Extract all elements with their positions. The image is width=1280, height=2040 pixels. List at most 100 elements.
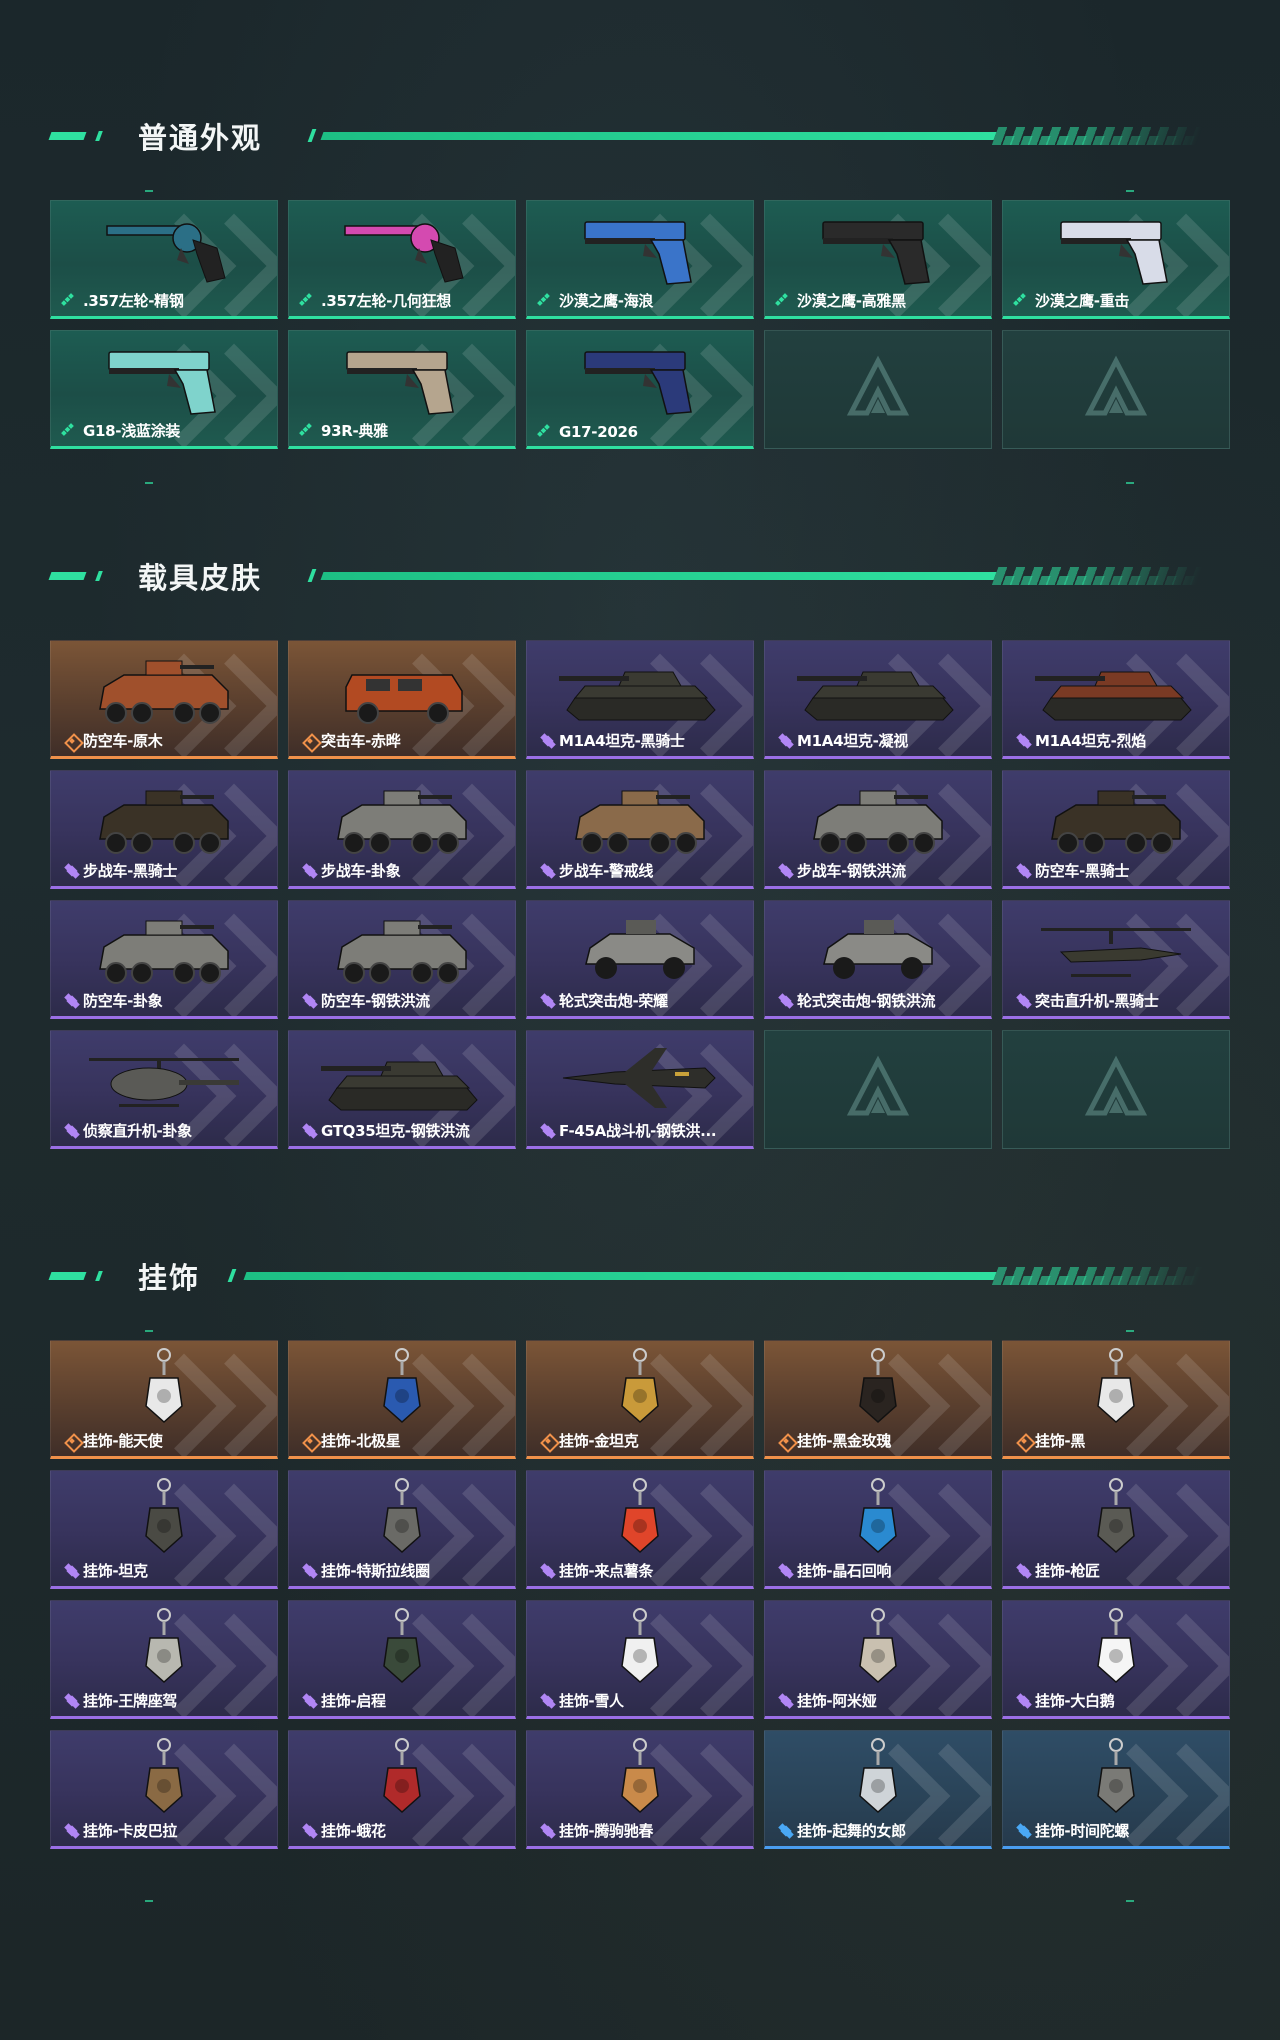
header-checker-pattern (993, 136, 1202, 145)
item-card[interactable]: 轮式突击炮-荣耀 (526, 900, 754, 1019)
item-label: 步战车-钢铁洪流 (779, 860, 906, 881)
item-name: .357左轮-几何狂想 (321, 292, 451, 310)
item-card[interactable]: 挂饰-枪匠 (1002, 1470, 1230, 1589)
item-card[interactable]: 突击直升机-黑骑士 (1002, 900, 1230, 1019)
header-accent-tick (95, 131, 103, 141)
charm-tag-icon (1003, 1347, 1229, 1429)
corner-marker (1126, 1330, 1134, 1332)
item-card[interactable]: 挂饰-腾驹驰春 (526, 1730, 754, 1849)
item-name: F-45A战斗机-钢铁洪... (559, 1122, 717, 1140)
section-title: 挂饰 (138, 1261, 201, 1295)
empty-item-slot[interactable] (1002, 1030, 1230, 1149)
charm-gunsmith-icon (1003, 1477, 1229, 1559)
item-card[interactable]: 挂饰-大白鹅 (1002, 1600, 1230, 1719)
item-card[interactable]: GTQ35坦克-钢铁洪流 (288, 1030, 516, 1149)
item-label: M1A4坦克-凝视 (779, 730, 908, 751)
charm-carriage-icon (527, 1737, 753, 1819)
rarity-purple-icon (779, 1694, 793, 1708)
rarity-purple-icon (65, 994, 79, 1008)
rarity-purple-icon (541, 1694, 555, 1708)
item-card[interactable]: 挂饰-蛾花 (288, 1730, 516, 1849)
rarity-purple-icon (541, 1124, 555, 1138)
item-card[interactable]: 步战车-警戒线 (526, 770, 754, 889)
item-card[interactable]: F-45A战斗机-钢铁洪... (526, 1030, 754, 1149)
item-card[interactable]: 挂饰-王牌座驾 (50, 1600, 278, 1719)
header-accent-bar (48, 1272, 87, 1280)
charm-round-icon (289, 1607, 515, 1689)
apc-camo-icon (527, 777, 753, 859)
charm-tank-icon (51, 1477, 277, 1559)
rarity-purple-icon (65, 1824, 79, 1838)
item-name: 挂饰-起舞的女郎 (797, 1822, 906, 1840)
charm-crystal-icon (765, 1477, 991, 1559)
item-label: 挂饰-起舞的女郎 (779, 1820, 906, 1841)
rarity-orange-icon (303, 1434, 317, 1448)
item-card[interactable]: M1A4坦克-烈焰 (1002, 640, 1230, 759)
item-card[interactable]: 挂饰-起舞的女郎 (764, 1730, 992, 1849)
item-card[interactable]: 轮式突击炮-钢铁洪流 (764, 900, 992, 1019)
item-card[interactable]: 侦察直升机-卦象 (50, 1030, 278, 1149)
item-card[interactable]: G17-2026 (526, 330, 754, 449)
item-card[interactable]: 挂饰-阿米娅 (764, 1600, 992, 1719)
item-label: 挂饰-蛾花 (303, 1820, 386, 1841)
rarity-purple-icon (1017, 734, 1031, 748)
item-card[interactable]: 步战车-钢铁洪流 (764, 770, 992, 889)
item-card[interactable]: 93R-典雅 (288, 330, 516, 449)
item-card[interactable]: .357左轮-几何狂想 (288, 200, 516, 319)
rarity-purple-icon (541, 734, 555, 748)
item-card[interactable]: 挂饰-雪人 (526, 1600, 754, 1719)
item-card[interactable]: 突击车-赤晔 (288, 640, 516, 759)
item-label: 挂饰-金坦克 (541, 1430, 639, 1451)
rarity-orange-icon (65, 1434, 79, 1448)
rarity-orange-icon (1017, 1434, 1031, 1448)
header-checker-pattern (993, 576, 1202, 585)
empty-item-slot[interactable] (1002, 330, 1230, 449)
item-label: 挂饰-黑金玫瑰 (779, 1430, 891, 1451)
item-label: .357左轮-精钢 (65, 290, 184, 311)
item-card[interactable]: 挂饰-坦克 (50, 1470, 278, 1589)
item-card[interactable]: 挂饰-黑 (1002, 1340, 1230, 1459)
placeholder-logo-icon (1081, 1055, 1151, 1125)
rarity-purple-icon (541, 1824, 555, 1838)
item-card[interactable]: 防空车-黑骑士 (1002, 770, 1230, 889)
item-card[interactable]: 挂饰-北极星 (288, 1340, 516, 1459)
item-card[interactable]: 步战车-卦象 (288, 770, 516, 889)
item-card[interactable]: 防空车-卦象 (50, 900, 278, 1019)
item-card[interactable]: 防空车-钢铁洪流 (288, 900, 516, 1019)
empty-item-slot[interactable] (764, 330, 992, 449)
item-card[interactable]: M1A4坦克-黑骑士 (526, 640, 754, 759)
item-label: 挂饰-大白鹅 (1017, 1690, 1115, 1711)
item-card[interactable]: 沙漠之鹰-高雅黑 (764, 200, 992, 319)
item-card[interactable]: 防空车-原木 (50, 640, 278, 759)
item-name: 防空车-黑骑士 (1035, 862, 1130, 880)
item-card[interactable]: 沙漠之鹰-海浪 (526, 200, 754, 319)
item-card[interactable]: 挂饰-特斯拉线圈 (288, 1470, 516, 1589)
item-card[interactable]: 挂饰-能天使 (50, 1340, 278, 1459)
item-card[interactable]: 挂饰-黑金玫瑰 (764, 1340, 992, 1459)
item-card[interactable]: 挂饰-晶石回响 (764, 1470, 992, 1589)
item-card[interactable]: 挂饰-来点薯条 (526, 1470, 754, 1589)
item-card[interactable]: 挂饰-启程 (288, 1600, 516, 1719)
item-label: 挂饰-晶石回响 (779, 1560, 891, 1581)
item-card[interactable]: 挂饰-金坦克 (526, 1340, 754, 1459)
item-card[interactable]: 挂饰-时间陀螺 (1002, 1730, 1230, 1849)
item-card[interactable]: 挂饰-卡皮巴拉 (50, 1730, 278, 1849)
rarity-green-icon (65, 294, 79, 308)
corner-marker (1126, 1900, 1134, 1902)
rarity-purple-icon (65, 864, 79, 878)
item-card[interactable]: M1A4坦克-凝视 (764, 640, 992, 759)
item-name: 侦察直升机-卦象 (83, 1122, 192, 1140)
item-name: 挂饰-时间陀螺 (1035, 1822, 1130, 1840)
item-card[interactable]: G18-浅蓝涂装 (50, 330, 278, 449)
item-label: M1A4坦克-黑骑士 (541, 730, 685, 751)
placeholder-logo-icon (843, 355, 913, 425)
rarity-green-icon (303, 424, 317, 438)
item-label: G18-浅蓝涂装 (65, 420, 180, 441)
item-card[interactable]: 步战车-黑骑士 (50, 770, 278, 889)
item-card[interactable]: 沙漠之鹰-重击 (1002, 200, 1230, 319)
empty-item-slot[interactable] (764, 1030, 992, 1149)
item-label: 挂饰-王牌座驾 (65, 1690, 177, 1711)
pistol-white-icon (1003, 207, 1229, 289)
item-card[interactable]: .357左轮-精钢 (50, 200, 278, 319)
item-name: 挂饰-晶石回响 (797, 1562, 892, 1580)
